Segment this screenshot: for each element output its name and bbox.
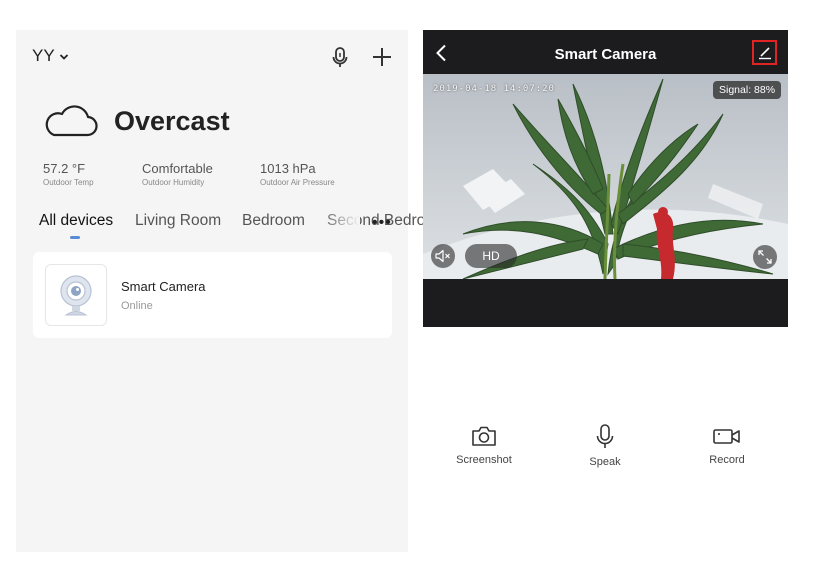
home-name: YY bbox=[32, 46, 55, 65]
microphone-icon bbox=[596, 424, 614, 448]
more-icon[interactable]: ••• bbox=[372, 214, 392, 232]
camera-header: Smart Camera bbox=[423, 30, 788, 74]
video-camera-icon bbox=[713, 429, 740, 444]
video-timestamp: 2019-04-18 14:07:20 bbox=[433, 84, 555, 94]
mute-button[interactable] bbox=[431, 244, 455, 268]
stat-value: 1013 hPa bbox=[260, 161, 316, 176]
screenshot-label: Screenshot bbox=[456, 454, 512, 466]
home-selector[interactable]: YY bbox=[32, 46, 69, 66]
chevron-down-icon bbox=[59, 54, 68, 60]
tab-bedroom[interactable]: Bedroom bbox=[242, 212, 305, 230]
outdoor-air-pressure: 1013 hPa Outdoor Air Pressure bbox=[260, 161, 335, 187]
signal-strength-badge: Signal: 88% bbox=[713, 81, 782, 99]
speak-label: Speak bbox=[589, 456, 621, 468]
camera-screen: Smart Camera 2019-04-18 14:07:20 Signal:… bbox=[423, 30, 788, 327]
camera-icon bbox=[60, 275, 92, 316]
record-label: Record bbox=[709, 454, 745, 466]
tab-living-room[interactable]: Living Room bbox=[135, 212, 221, 230]
stat-value: 57.2 °F bbox=[43, 161, 86, 176]
microphone-icon[interactable] bbox=[332, 47, 348, 69]
fullscreen-icon bbox=[758, 250, 772, 264]
cloud-icon bbox=[45, 105, 98, 137]
outdoor-humidity: Comfortable Outdoor Humidity bbox=[142, 161, 213, 187]
outdoor-temp: 57.2 °F Outdoor Temp bbox=[43, 161, 94, 187]
device-thumbnail bbox=[45, 264, 107, 326]
device-card[interactable]: Smart Camera Online bbox=[33, 252, 392, 338]
screenshot-button[interactable]: Screenshot bbox=[444, 424, 524, 466]
edit-button[interactable] bbox=[752, 40, 777, 65]
camera-icon bbox=[472, 426, 496, 446]
stat-label: Outdoor Humidity bbox=[142, 178, 205, 187]
record-button[interactable]: Record bbox=[687, 424, 767, 466]
weather-condition: Overcast bbox=[114, 105, 230, 136]
quality-toggle[interactable]: HD bbox=[465, 244, 517, 268]
weather-summary: Overcast bbox=[42, 104, 230, 138]
device-status: Online bbox=[121, 300, 153, 312]
speaker-muted-icon bbox=[435, 249, 450, 263]
pencil-icon bbox=[758, 46, 771, 59]
device-name: Smart Camera bbox=[121, 279, 206, 294]
add-icon[interactable] bbox=[372, 47, 392, 67]
speak-button[interactable]: Speak bbox=[565, 424, 645, 468]
stat-label: Outdoor Air Pressure bbox=[260, 178, 335, 187]
active-tab-indicator bbox=[70, 236, 80, 239]
video-feed[interactable]: 2019-04-18 14:07:20 Signal: 88% HD bbox=[423, 74, 788, 279]
tab-all-devices[interactable]: All devices bbox=[39, 212, 113, 230]
fullscreen-button[interactable] bbox=[753, 245, 777, 269]
camera-controls: Screenshot Speak Record bbox=[423, 424, 788, 484]
stat-value: Comfortable bbox=[142, 161, 213, 176]
stat-label: Outdoor Temp bbox=[43, 178, 94, 187]
camera-title: Smart Camera bbox=[554, 46, 657, 63]
home-screen: YY Overcast 57.2 °F Outdoor Temp Comfort… bbox=[16, 30, 447, 552]
tab-fade bbox=[320, 208, 360, 236]
